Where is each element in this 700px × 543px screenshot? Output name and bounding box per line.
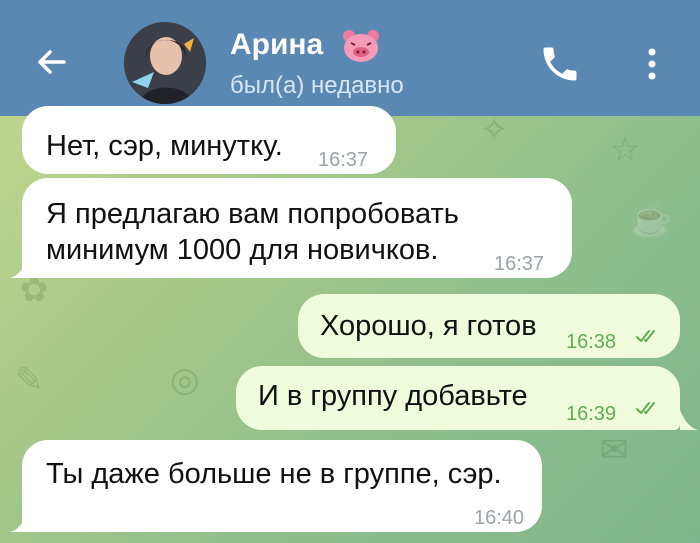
back-button[interactable]	[30, 40, 74, 84]
double-check-icon	[636, 402, 655, 414]
message-bubble-incoming[interactable]: Я предлагаю вам попробовать минимум 1000…	[22, 178, 572, 278]
message-time: 16:39	[566, 403, 617, 425]
message-bubble-outgoing[interactable]: И в группу добавьте 16:39	[236, 366, 680, 430]
message-bubble-incoming[interactable]: Ты даже больше не в группе, сэр. 16:40	[22, 440, 542, 532]
bubble-tail	[10, 512, 28, 532]
phone-icon	[543, 47, 577, 81]
message-bubble-incoming[interactable]: Нет, сэр, минутку. 16:37	[22, 106, 396, 174]
message-bubble-outgoing[interactable]: Хорошо, я готов 16:38	[298, 294, 680, 358]
message-text-line: минимум 1000 для новичков.	[46, 234, 439, 266]
bubble-tail	[10, 258, 28, 278]
message-text-line: Я предлагаю вам попробовать	[46, 198, 459, 230]
message-text: Ты даже больше не в группе, сэр.	[46, 458, 502, 490]
arrow-left-icon	[38, 50, 66, 74]
call-button[interactable]	[538, 42, 582, 86]
contact-name[interactable]: Арина	[230, 28, 323, 62]
contact-status: был(а) недавно	[230, 72, 404, 99]
avatar-photo	[124, 22, 206, 104]
message-time: 16:40	[474, 507, 525, 529]
message-time: 16:37	[494, 253, 545, 275]
more-options-button[interactable]	[636, 42, 668, 86]
envelope-doodle-icon: ✉	[600, 431, 629, 469]
egg-doodle-icon: ◎	[170, 361, 200, 399]
more-vertical-icon	[648, 48, 656, 80]
message-text: Хорошо, я готов	[320, 310, 537, 342]
message-time: 16:38	[566, 331, 617, 353]
star-doodle-icon: ☆	[610, 131, 641, 169]
pencil-doodle-icon: ✎	[15, 361, 44, 399]
message-time: 16:37	[318, 149, 369, 171]
double-check-icon	[636, 330, 655, 342]
chat-header: Арина был(а) недавно	[0, 0, 700, 116]
bubble-tail	[680, 410, 698, 430]
message-text: Нет, сэр, минутку.	[46, 130, 283, 162]
pig-face-emoji-icon	[341, 28, 381, 64]
message-text: И в группу добавьте	[258, 380, 528, 412]
cat-doodle-icon: ☕	[630, 201, 673, 239]
contact-avatar[interactable]	[124, 22, 206, 104]
sparkle-doodle-icon: ✧	[480, 111, 509, 149]
